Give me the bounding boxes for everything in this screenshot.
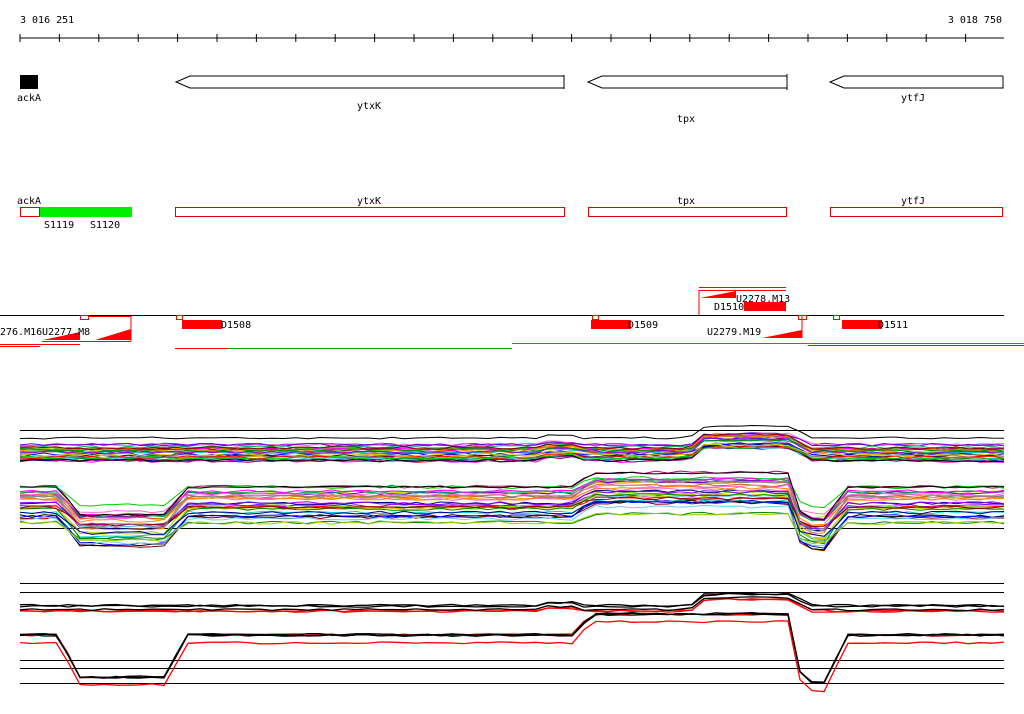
- genome-browser-canvas: 3 016 251 3 018 750 ackA ytxK tpx ytfJ a…: [0, 15, 1024, 693]
- gene-ytxK-arrow[interactable]: [174, 75, 565, 89]
- expression-profile-line: [19, 612, 1005, 685]
- feature-D1511-block[interactable]: [842, 320, 882, 329]
- feature-U2277-label: U2277.M8: [42, 327, 90, 338]
- gene-tpx-label: tpx: [677, 114, 695, 125]
- expression-panel-all: [19, 424, 1005, 552]
- feature-notch: [833, 315, 840, 320]
- feature-notch: [176, 315, 183, 320]
- expression-profile-line: [19, 620, 1005, 693]
- panel-b-profiles: [19, 592, 1005, 693]
- feature-D1511-label: D1511: [878, 320, 908, 331]
- feature-track: D1508 D1509 D1510 D1511 276.M16 U2277.M8…: [0, 287, 1024, 349]
- feature-U2279-label: U2279.M19: [707, 327, 761, 338]
- track-box-ytfJ[interactable]: [830, 207, 1003, 217]
- gene-ytxK-label: ytxK: [357, 101, 381, 112]
- panel-a-profiles: [19, 424, 1005, 552]
- feature-D1509-block[interactable]: [591, 320, 631, 329]
- feature-D1509-label: D1509: [628, 320, 658, 331]
- gene-outline-track: ackA ytxK tpx ytfJ S1119 S1120: [17, 196, 1003, 231]
- feature-U2278-ramp[interactable]: [700, 291, 736, 298]
- feature-D1508-label: D1508: [221, 320, 251, 331]
- expression-profile-line: [19, 432, 1005, 447]
- gene-tpx-arrow[interactable]: [586, 74, 788, 90]
- feature-U2276-label: 276.M16: [0, 327, 42, 338]
- coordinate-ruler: 3 016 251 3 018 750: [19, 15, 1004, 42]
- track-label-ackA: ackA: [17, 196, 41, 207]
- feature-U2279-ramp[interactable]: [762, 330, 802, 338]
- expression-profile-line: [19, 596, 1005, 612]
- feature-D1508-block[interactable]: [182, 320, 222, 329]
- track-label-ytxK: ytxK: [357, 196, 381, 207]
- segment-label-S1119: S1119: [44, 220, 74, 231]
- gene-ytfJ-label: ytfJ: [901, 93, 925, 104]
- gene-arrow-track: ackA ytxK tpx ytfJ: [17, 74, 1004, 125]
- expression-profile-line: [19, 611, 1005, 683]
- feature-U2277-ramp-b[interactable]: [95, 329, 131, 340]
- track-box-ytxK[interactable]: [175, 207, 565, 217]
- ruler-end-label: 3 018 750: [948, 15, 1002, 26]
- segment-label-S1120: S1120: [90, 220, 120, 231]
- track-label-ytfJ: ytfJ: [901, 196, 925, 207]
- expression-panel-selected: [19, 583, 1005, 693]
- track-box-tpx[interactable]: [588, 207, 787, 217]
- gene-ackA-block[interactable]: [20, 75, 38, 89]
- expression-profile-line: [19, 612, 1005, 685]
- segment-bar[interactable]: [40, 207, 132, 217]
- ruler-start-label: 3 016 251: [20, 15, 74, 26]
- gene-ytfJ-arrow[interactable]: [828, 75, 1004, 89]
- track-box-ackA[interactable]: [20, 207, 40, 217]
- track-label-tpx: tpx: [677, 196, 695, 207]
- feature-notch: [592, 315, 599, 320]
- genome-browser-view: 3 016 251 3 018 750 ackA ytxK tpx ytfJ a…: [0, 0, 1024, 714]
- feature-notch: [80, 315, 89, 320]
- gene-ackA-label: ackA: [17, 93, 41, 104]
- expression-profile-line: [19, 592, 1005, 607]
- feature-U2278-label: U2278.M13: [736, 294, 790, 305]
- expression-profile-line: [19, 424, 1005, 440]
